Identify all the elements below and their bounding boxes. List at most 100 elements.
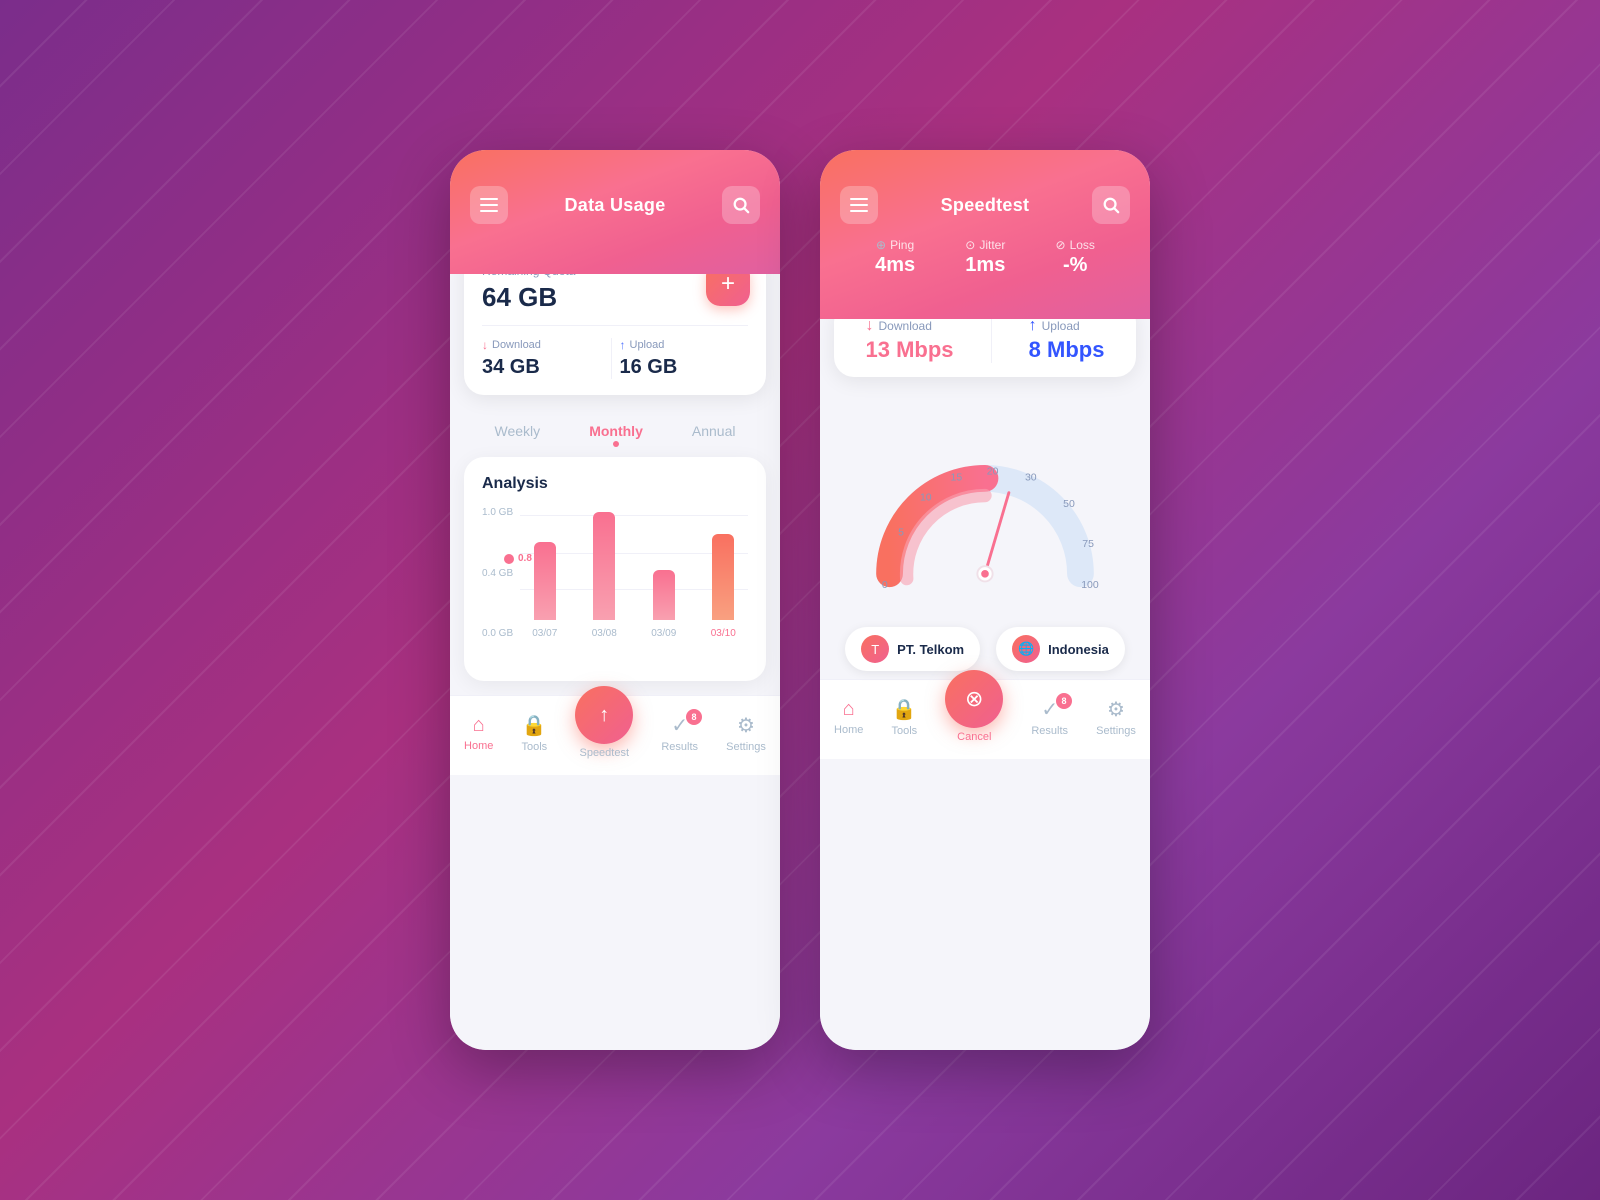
hamburger-icon	[480, 198, 498, 212]
period-tabs: Weekly Monthly Annual	[450, 409, 780, 449]
nav2-settings[interactable]: ⚙ Settings	[1096, 697, 1136, 737]
download-label-speed: Download	[879, 319, 932, 333]
nav2-home[interactable]: ⌂ Home	[834, 698, 863, 736]
speed-metrics: ⊕ Ping 4ms ⊙ Jitter 1ms ⊘ Loss -%	[840, 224, 1130, 291]
speedometer: 0 5 10 15 20 30 50 75 100	[820, 387, 1150, 617]
svg-text:0: 0	[882, 579, 888, 591]
ping-metric: ⊕ Ping 4ms	[875, 238, 915, 277]
analysis-card: Analysis 0.8 GB 1.0 GB 0.4 GB 0.0 GB	[464, 457, 766, 681]
nav-home[interactable]: ⌂ Home	[464, 714, 493, 752]
upload-value-speed: 8 Mbps	[1029, 337, 1105, 363]
download-value-speed: 13 Mbps	[866, 337, 954, 363]
upload-stat-speed: ↑ Upload 8 Mbps	[1029, 319, 1105, 363]
phone2-body: ↓ Download 13 Mbps ↑ Upload 8 Mbps	[820, 319, 1150, 1050]
phone1-body: Remaining Quota 64 GB + ↓ Download 34 GB…	[450, 274, 780, 1050]
svg-text:30: 30	[1025, 471, 1037, 483]
svg-text:15: 15	[951, 471, 963, 483]
nav2-cancel[interactable]: ⊗ Cancel	[945, 690, 1003, 743]
search-button-2[interactable]	[1092, 186, 1130, 224]
upload-icon: ↑	[620, 338, 626, 352]
bar-0309: 03/09	[639, 507, 689, 639]
stat-divider	[991, 319, 992, 363]
cancel-fab[interactable]: ⊗	[945, 670, 1003, 728]
nav-settings[interactable]: ⚙ Settings	[726, 713, 766, 753]
download-icon: ↓	[482, 338, 488, 352]
tab-active-indicator	[613, 441, 619, 447]
home-icon-2: ⌂	[843, 698, 855, 721]
bar-value-0308	[593, 512, 615, 620]
x-label-0307: 03/07	[532, 628, 557, 639]
loss-value: -%	[1063, 254, 1087, 277]
tools-icon: 🔒	[522, 713, 547, 738]
page-title: Data Usage	[564, 195, 665, 216]
jitter-icon: ⊙	[965, 238, 975, 252]
dl-ul-card: ↓ Download 13 Mbps ↑ Upload 8 Mbps	[834, 319, 1136, 377]
search-icon	[732, 196, 750, 214]
ping-icon: ⊕	[876, 238, 886, 252]
download-label: Download	[492, 339, 541, 351]
bar-value-0310	[712, 534, 734, 620]
x-label-0310: 03/10	[711, 628, 736, 639]
svg-text:10: 10	[920, 491, 932, 503]
speedometer-svg: 0 5 10 15 20 30 50 75 100	[855, 402, 1115, 612]
nav-tools[interactable]: 🔒 Tools	[521, 713, 547, 753]
speedtest-fab[interactable]: ↑	[575, 686, 633, 744]
svg-text:100: 100	[1081, 579, 1099, 591]
bar-0307: 03/07	[520, 507, 570, 639]
download-arrow-icon: ↓	[866, 319, 874, 335]
nav-tools-label: Tools	[521, 741, 547, 753]
nav-results[interactable]: ✓ 8 Results	[661, 713, 698, 753]
bar-0308: 03/08	[580, 507, 630, 639]
nav2-results[interactable]: ✓ 8 Results	[1031, 697, 1068, 737]
isp-provider-badge: T PT. Telkom	[845, 627, 980, 671]
results-badge: 8	[686, 709, 702, 725]
isp-country-name: Indonesia	[1048, 642, 1109, 657]
menu-button[interactable]	[470, 186, 508, 224]
jitter-value: 1ms	[965, 254, 1005, 277]
bottom-nav: ⌂ Home 🔒 Tools ↑ Speedtest ✓ 8 Results ⚙…	[450, 695, 780, 775]
chart-y-axis: 1.0 GB 0.4 GB 0.0 GB	[482, 507, 513, 639]
country-icon: 🌐	[1012, 635, 1040, 663]
analysis-title: Analysis	[482, 475, 748, 493]
chart-bars: 03/07 03/08 03/09 03/10	[520, 507, 748, 667]
nav2-settings-label: Settings	[1096, 725, 1136, 737]
phone2-header: Speedtest ⊕ Ping 4ms ⊙ Jitter	[820, 150, 1150, 319]
add-quota-button[interactable]: +	[706, 274, 750, 306]
nav-speedtest[interactable]: ↑ Speedtest	[575, 706, 633, 759]
y-label-1: 1.0 GB	[482, 507, 513, 518]
svg-text:20: 20	[987, 466, 999, 478]
jitter-metric: ⊙ Jitter 1ms	[965, 238, 1005, 277]
menu-button-2[interactable]	[840, 186, 878, 224]
quota-stats: ↓ Download 34 GB ↑ Upload 16 GB	[482, 325, 748, 379]
tab-weekly[interactable]: Weekly	[495, 423, 541, 445]
svg-text:75: 75	[1082, 538, 1094, 550]
x-label-0308: 03/08	[592, 628, 617, 639]
download-stat: ↓ Download 34 GB	[482, 338, 611, 379]
nav-home-label: Home	[464, 740, 493, 752]
isp-provider-name: PT. Telkom	[897, 642, 964, 657]
bar-value-0307	[534, 542, 556, 620]
y-label-3: 0.0 GB	[482, 628, 513, 639]
provider-icon: T	[861, 635, 889, 663]
upload-arrow-icon: ↑	[1029, 319, 1037, 335]
download-stat-speed: ↓ Download 13 Mbps	[866, 319, 954, 363]
jitter-label: Jitter	[979, 238, 1005, 252]
chart-area: 0.8 GB 1.0 GB 0.4 GB 0.0 GB 03/07	[482, 507, 748, 667]
tab-annual[interactable]: Annual	[692, 423, 736, 445]
tab-monthly[interactable]: Monthly	[589, 423, 643, 445]
nav2-tools-label: Tools	[891, 725, 917, 737]
bar-0310: 03/10	[699, 507, 749, 639]
nav2-cancel-label: Cancel	[957, 731, 991, 743]
bottom-nav-2: ⌂ Home 🔒 Tools ⊗ Cancel ✓ 8 Results ⚙ Se…	[820, 679, 1150, 759]
loss-metric: ⊘ Loss -%	[1056, 238, 1095, 277]
phone1-header: Data Usage	[450, 150, 780, 274]
nav2-tools[interactable]: 🔒 Tools	[891, 697, 917, 737]
search-button[interactable]	[722, 186, 760, 224]
phone1-data-usage: Data Usage Remaining Quota 64 GB + ↓	[450, 150, 780, 1050]
nav-speedtest-label: Speedtest	[579, 747, 629, 759]
speedtest-icon: ↑	[599, 704, 609, 727]
results-badge-2: 8	[1056, 693, 1072, 709]
isp-country-badge: 🌐 Indonesia	[996, 627, 1125, 671]
cancel-icon: ⊗	[965, 686, 983, 712]
phone2-speedtest: Speedtest ⊕ Ping 4ms ⊙ Jitter	[820, 150, 1150, 1050]
